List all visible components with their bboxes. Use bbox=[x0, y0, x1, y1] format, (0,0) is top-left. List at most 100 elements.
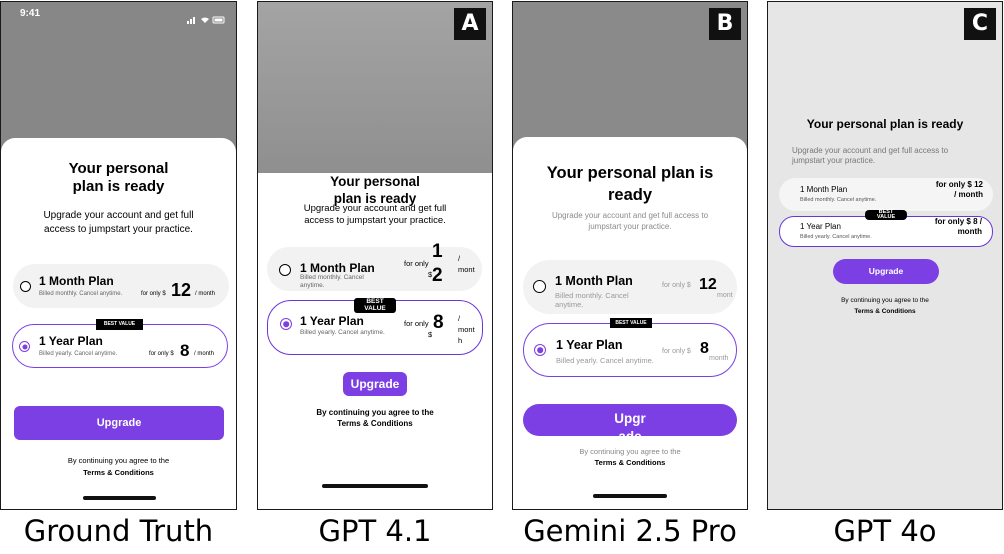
month-plan-desc: Billed monthly. Cancel anytime. bbox=[39, 291, 123, 297]
year-plan-desc: Billed yearly. Cancel anytime. bbox=[556, 356, 654, 365]
sheet-title: Your personal plan is ready bbox=[258, 173, 492, 207]
month-per: mont bbox=[717, 292, 733, 299]
year-plan-name: 1 Year Plan bbox=[556, 338, 623, 352]
upgrade-button[interactable]: Upgrade bbox=[343, 372, 407, 396]
year-plan-card[interactable]: BEST VALUE 1 Year Plan Billed yearly. Ca… bbox=[779, 209, 993, 247]
month-for-only-a: for only bbox=[404, 259, 429, 268]
month-plan-card[interactable]: 1 Month Plan Billed monthly. Cancel anyt… bbox=[13, 264, 229, 308]
upgrade-button[interactable]: Upgr ade bbox=[523, 404, 737, 436]
title-line-2: plan is ready bbox=[72, 178, 165, 195]
badge-a: A bbox=[454, 8, 486, 40]
best-b: VALUE bbox=[364, 305, 386, 312]
sheet-subtitle: Upgrade your account and get full access… bbox=[551, 211, 709, 231]
ground-truth-panel: 9:41 Your personal plan is ready Upgrade… bbox=[0, 1, 237, 510]
sheet-subtitle: Upgrade your account and get full access… bbox=[303, 203, 447, 226]
month-plan-card[interactable]: 1 Month Plan Billed monthly. Cancel anyt… bbox=[779, 178, 993, 211]
per-c: h bbox=[458, 336, 463, 345]
upgrade-b: ade bbox=[523, 429, 737, 436]
year-plan-desc: Billed yearly. Cancel anytime. bbox=[800, 234, 872, 240]
per-a: / bbox=[458, 314, 461, 323]
per-a: / bbox=[458, 254, 461, 263]
gemini-panel: B Your personal plan is ready Upgrade yo… bbox=[512, 1, 748, 510]
year-plan-per: / month bbox=[194, 351, 215, 357]
year-price: 8 bbox=[433, 312, 444, 333]
month-price-1: 1 bbox=[432, 241, 443, 262]
bottom-sheet: Your personal plan is ready Upgrade your… bbox=[513, 137, 747, 509]
month-plan-desc: Billed monthly. Cancel anytime. bbox=[300, 274, 364, 289]
best-a: BEST bbox=[366, 298, 384, 305]
month-price-a: for only $ 12 bbox=[935, 180, 983, 189]
month-price-2: 2 bbox=[432, 265, 443, 286]
year-per: / mont h bbox=[458, 313, 475, 346]
terms-link[interactable]: Terms & Conditions bbox=[513, 458, 747, 467]
desc-a: Billed monthly. Cancel bbox=[555, 291, 629, 300]
title-line-1: Your personal bbox=[330, 174, 420, 189]
month-plan-radio[interactable] bbox=[20, 281, 31, 292]
best-value-tag: BEST VALUE bbox=[865, 209, 907, 220]
caption-ground-truth: Ground Truth bbox=[23, 514, 214, 548]
month-plan-for-only: for only $ bbox=[141, 291, 166, 297]
month-plan-desc: Billed monthly. Cancel anytime. bbox=[555, 291, 629, 309]
best-b: VALUE bbox=[876, 214, 896, 220]
month-for-only: for only $ bbox=[662, 282, 691, 289]
agree-text: By continuing you agree to the bbox=[579, 447, 681, 456]
month-price: for only $ 12 / month bbox=[909, 180, 983, 200]
year-plan-name: 1 Year Plan bbox=[300, 314, 364, 328]
month-plan-card[interactable]: 1 Month Plan Billed monthly. Cancel anyt… bbox=[523, 260, 737, 314]
home-indicator bbox=[322, 484, 428, 488]
month-plan-name: 1 Month Plan bbox=[555, 274, 633, 288]
month-plan-name: 1 Month Plan bbox=[39, 274, 114, 288]
sheet-title: Your personal plan is ready bbox=[1, 160, 236, 196]
best-value-tag: BEST VALUE bbox=[354, 298, 396, 313]
month-plan-per: / month bbox=[195, 291, 216, 297]
month-per: / mont bbox=[458, 253, 475, 275]
per-b: mont bbox=[458, 265, 475, 274]
year-plan-for-only: for only $ bbox=[149, 351, 174, 357]
caption-gpt41: GPT 4.1 bbox=[318, 514, 432, 548]
desc-b: anytime. bbox=[555, 300, 584, 309]
year-plan-card[interactable]: BEST VALUE 1 Year Plan Billed yearly. Ca… bbox=[523, 318, 737, 377]
status-time: 9:41 bbox=[20, 8, 41, 19]
year-price-b: month bbox=[957, 227, 982, 236]
terms-link[interactable]: Terms & Conditions bbox=[768, 308, 1002, 315]
terms-link[interactable]: Terms & Conditions bbox=[258, 419, 492, 428]
sheet-title: Your personal plan is ready bbox=[513, 162, 747, 206]
home-indicator bbox=[83, 496, 156, 500]
month-plan-card[interactable]: 1 Month Plan Billed monthly. Cancel anyt… bbox=[267, 241, 482, 291]
home-indicator bbox=[593, 494, 667, 498]
month-plan-price: 12 bbox=[171, 280, 192, 300]
upgrade-button[interactable]: Upgrade bbox=[14, 406, 224, 440]
year-plan-radio[interactable] bbox=[534, 344, 546, 356]
agree-text: By continuing you agree to the bbox=[316, 408, 434, 417]
bottom-sheet: Your personal plan is ready Upgrade your… bbox=[1, 138, 236, 509]
agree-text: By continuing you agree to the bbox=[841, 297, 929, 304]
year-plan-radio[interactable] bbox=[19, 341, 30, 352]
title-line-2: ready bbox=[607, 186, 653, 204]
year-price: for only $ 8 / month bbox=[908, 217, 982, 237]
caption-gemini: Gemini 2.5 Pro bbox=[523, 514, 737, 548]
year-plan-card[interactable]: BEST VALUE 1 Year Plan Billed yearly. Ca… bbox=[12, 319, 228, 368]
sheet-subtitle: Upgrade your account and get full access… bbox=[792, 146, 949, 165]
year-per: month bbox=[709, 355, 729, 362]
month-plan-radio[interactable] bbox=[533, 280, 546, 293]
year-for-only-b: $ bbox=[428, 330, 433, 339]
upgrade-a: Upgr bbox=[614, 411, 646, 426]
year-price: 8 bbox=[700, 340, 709, 357]
year-for-only: for only $ bbox=[662, 348, 691, 355]
badge-b: B bbox=[709, 8, 741, 40]
terms-link[interactable]: Terms & Conditions bbox=[1, 468, 236, 477]
badge-c: C bbox=[964, 8, 996, 40]
year-price-a: for only $ 8 / bbox=[934, 217, 982, 226]
month-plan-name: 1 Month Plan bbox=[800, 185, 848, 194]
gpt41-panel: A Your personal plan is ready Upgrade yo… bbox=[257, 1, 493, 510]
status-icons bbox=[187, 11, 227, 24]
signal-wifi-battery-icon bbox=[187, 16, 225, 24]
year-plan-desc: Billed yearly. Cancel anytime. bbox=[300, 329, 385, 336]
year-plan-radio[interactable] bbox=[280, 318, 292, 330]
upgrade-button[interactable]: Upgrade bbox=[833, 259, 939, 284]
month-price-b: / month bbox=[954, 190, 983, 199]
month-plan-radio[interactable] bbox=[279, 264, 291, 276]
month-plan-name: 1 Month Plan bbox=[300, 261, 375, 275]
year-plan-card[interactable]: BEST VALUE 1 Year Plan Billed yearly. Ca… bbox=[267, 298, 483, 355]
title-line-1: Your personal plan is bbox=[546, 164, 714, 182]
